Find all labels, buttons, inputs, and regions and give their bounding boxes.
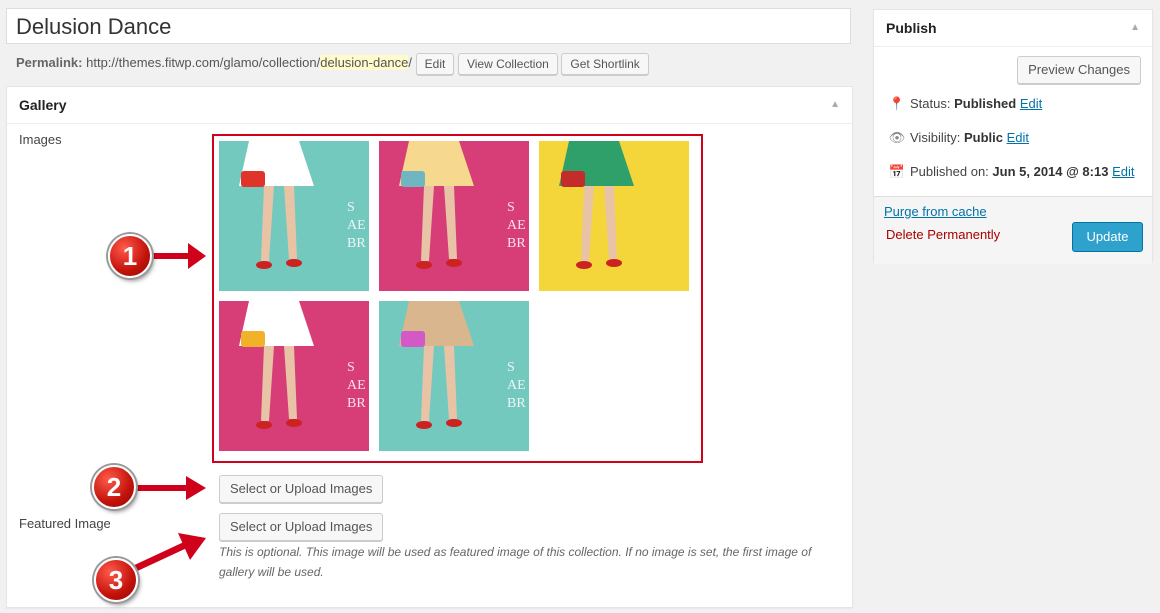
callout-2: 2 <box>92 465 136 509</box>
arrow-2-shaft <box>132 485 188 491</box>
arrow-1-head <box>188 243 206 269</box>
arrow-2-head <box>186 476 206 500</box>
callout-3: 3 <box>94 558 138 602</box>
arrow-3-shaft <box>128 541 189 574</box>
callout-1: 1 <box>108 234 152 278</box>
annotation-arrows <box>128 243 206 574</box>
arrow-1-shaft <box>150 253 190 259</box>
